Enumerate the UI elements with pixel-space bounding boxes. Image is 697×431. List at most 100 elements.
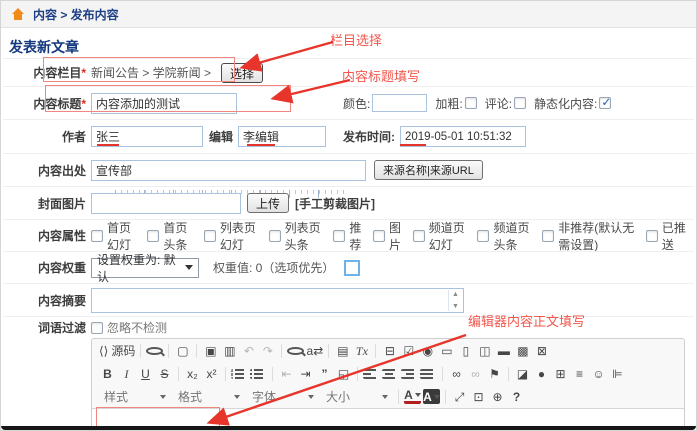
attribute-checkbox[interactable] bbox=[269, 230, 281, 242]
bold-checkbox[interactable] bbox=[465, 97, 477, 109]
selectall-icon[interactable]: ▤ bbox=[334, 342, 351, 360]
subscript-icon[interactable]: x₂ bbox=[184, 365, 201, 383]
bg-color-icon[interactable]: A bbox=[423, 389, 440, 404]
static-content-checkbox[interactable] bbox=[599, 97, 611, 109]
align-left-icon[interactable] bbox=[363, 369, 380, 379]
comment-checkbox[interactable] bbox=[514, 97, 526, 109]
source-name-url-button[interactable]: 来源名称|来源URL bbox=[374, 160, 483, 180]
pagebreak-icon[interactable]: ⊫ bbox=[609, 365, 626, 383]
superscript-icon[interactable]: x² bbox=[203, 365, 220, 383]
align-center-icon[interactable] bbox=[382, 369, 399, 379]
weight-row: 内容权重 设置权重为: 默认 权重值: 0（选项优先） bbox=[3, 251, 694, 283]
underline-icon[interactable]: U bbox=[137, 365, 154, 383]
align-justify-icon[interactable] bbox=[420, 369, 437, 379]
blockquote-icon[interactable]: ” bbox=[316, 365, 333, 383]
style-select[interactable]: 样式 bbox=[104, 388, 166, 405]
hiddenfield-icon[interactable]: ⊠ bbox=[533, 342, 550, 360]
table-icon[interactable]: ⊞ bbox=[552, 365, 569, 383]
select-field-icon[interactable]: ◫ bbox=[476, 342, 493, 360]
outdent-icon[interactable]: ⇤ bbox=[278, 365, 295, 383]
italic-icon[interactable]: I bbox=[118, 365, 135, 383]
align-right-icon[interactable] bbox=[401, 369, 418, 379]
image-icon[interactable]: ◪ bbox=[514, 365, 531, 383]
help-icon[interactable]: ? bbox=[508, 388, 525, 406]
flash-icon[interactable]: ● bbox=[533, 365, 550, 383]
editor-label: 编辑 bbox=[209, 128, 238, 145]
maximize-icon[interactable]: ⤢ bbox=[451, 388, 468, 406]
form-icon[interactable]: ⊟ bbox=[381, 342, 398, 360]
home-icon[interactable] bbox=[11, 8, 25, 20]
textfield-icon[interactable]: ▭ bbox=[438, 342, 455, 360]
textarea-field-icon[interactable]: ▯ bbox=[457, 342, 474, 360]
attribute-checkbox[interactable] bbox=[413, 230, 425, 242]
summary-row: 内容摘要 ▲▼ bbox=[3, 283, 694, 316]
indent-icon[interactable]: ⇥ bbox=[297, 365, 314, 383]
attribute-checkbox[interactable] bbox=[147, 230, 159, 242]
publish-time-group: 发布时间: bbox=[343, 126, 526, 147]
title-options: 颜色: 加粗: 评论: 静态化内容: bbox=[343, 94, 611, 112]
cover-input[interactable] bbox=[91, 193, 241, 214]
newpage-icon[interactable]: ▢ bbox=[174, 342, 191, 360]
ignore-check-checkbox[interactable] bbox=[91, 322, 103, 334]
link-icon[interactable]: ∞ bbox=[448, 365, 465, 383]
category-path: 新闻公告 > 学院新闻 > bbox=[91, 64, 211, 81]
replace-icon[interactable]: a⇄ bbox=[306, 342, 323, 360]
static-label: 静态化内容: bbox=[534, 95, 597, 112]
toolbar-separator bbox=[281, 344, 282, 358]
bold-icon[interactable]: B bbox=[99, 365, 116, 383]
weight-select[interactable]: 设置权重为: 默认 bbox=[91, 258, 199, 278]
strike-icon[interactable]: S bbox=[156, 365, 173, 383]
bulleted-list-icon[interactable] bbox=[250, 369, 267, 379]
source-button[interactable]: ⟨⟩源码 bbox=[99, 342, 135, 360]
format-select[interactable]: 格式 bbox=[178, 388, 240, 405]
find-icon[interactable] bbox=[287, 347, 304, 355]
font-select[interactable]: 字体 bbox=[252, 388, 314, 405]
attribute-checkbox[interactable] bbox=[204, 230, 216, 242]
title-color-input[interactable] bbox=[372, 94, 427, 112]
author-row: 作者 编辑 发布时间: bbox=[3, 119, 694, 153]
numbered-list-icon[interactable] bbox=[231, 369, 248, 379]
upload-button[interactable]: 上传 bbox=[247, 193, 289, 213]
anchor-icon[interactable]: ⚑ bbox=[486, 365, 503, 383]
summary-textarea[interactable]: ▲▼ bbox=[91, 288, 464, 313]
source-input[interactable] bbox=[91, 160, 366, 181]
removeformat-icon[interactable]: Tx bbox=[353, 342, 370, 360]
select-category-button[interactable]: 选择 bbox=[221, 63, 263, 83]
hr-icon[interactable]: ≡ bbox=[571, 365, 588, 383]
attribute-checkbox[interactable] bbox=[477, 230, 489, 242]
checkbox-field-icon[interactable]: ☑ bbox=[400, 342, 417, 360]
weight-value-input[interactable] bbox=[344, 260, 360, 276]
cover-label: 封面图片 bbox=[3, 195, 91, 212]
attribute-checkbox[interactable] bbox=[333, 230, 345, 242]
paste-text-icon[interactable]: ▣ bbox=[202, 342, 219, 360]
imagebutton-field-icon[interactable]: ▩ bbox=[514, 342, 531, 360]
chevron-down-icon bbox=[415, 393, 421, 397]
attribute-checkbox[interactable] bbox=[373, 230, 385, 242]
smiley-icon[interactable]: ☺ bbox=[590, 365, 607, 383]
div-container-icon[interactable]: ◱ bbox=[335, 365, 352, 383]
unlink-icon[interactable]: ∞ bbox=[467, 365, 484, 383]
globe-icon[interactable]: ⊕ bbox=[489, 388, 506, 406]
size-select[interactable]: 大小 bbox=[326, 388, 388, 405]
title-input[interactable] bbox=[91, 93, 237, 114]
attribute-checkbox[interactable] bbox=[646, 230, 658, 242]
text-color-icon[interactable]: A bbox=[404, 390, 421, 404]
attribute-checkbox[interactable] bbox=[542, 230, 554, 242]
preview-icon[interactable] bbox=[146, 347, 163, 355]
attribute-checkbox-label: 首页幻灯 bbox=[107, 219, 140, 253]
toolbar-separator bbox=[357, 367, 358, 381]
attribute-checkbox-label: 列表页头条 bbox=[285, 219, 327, 253]
editor-content-area[interactable] bbox=[92, 408, 684, 428]
scrollbar[interactable]: ▲▼ bbox=[448, 290, 462, 311]
page-title: 发表新文章 bbox=[9, 37, 79, 57]
toolbar-row: ⟨⟩源码 ▢ ▣▥↶↷ a⇄ ▤Tx ⊟☑◉▭▯◫▬▩⊠ bbox=[92, 339, 684, 362]
manual-crop-hint[interactable]: [手工剪裁图片] bbox=[295, 195, 375, 212]
toolbar-separator bbox=[375, 344, 376, 358]
paste-word-icon[interactable]: ▥ bbox=[221, 342, 238, 360]
button-field-icon[interactable]: ▬ bbox=[495, 342, 512, 360]
show-blocks-icon[interactable]: ⊡ bbox=[470, 388, 487, 406]
redo-icon[interactable]: ↷ bbox=[259, 342, 276, 360]
attribute-checkbox[interactable] bbox=[91, 230, 103, 242]
radio-field-icon[interactable]: ◉ bbox=[419, 342, 436, 360]
undo-icon[interactable]: ↶ bbox=[240, 342, 257, 360]
